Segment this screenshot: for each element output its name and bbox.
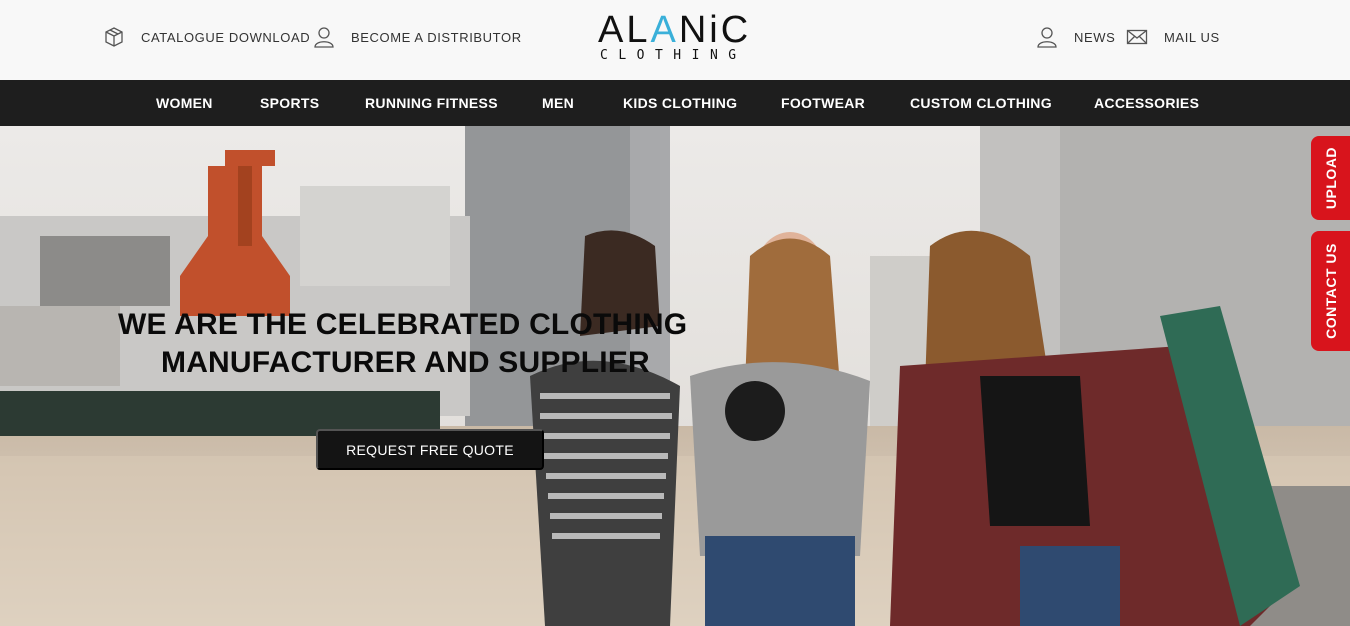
upload-side-tab[interactable]: UPLOAD [1311,136,1350,220]
hero-heading-line2: MANUFACTURER AND SUPPLIER [161,346,650,379]
box-icon [105,27,123,47]
become-distributor-link[interactable]: BECOME A DISTRIBUTOR [313,24,522,50]
alanic-logo[interactable]: ALANiC CLOTHING [598,8,758,68]
hero-banner: WE ARE THE CELEBRATED CLOTHING MANUFACTU… [0,126,1350,626]
nav-item-sports[interactable]: SPORTS [260,80,319,126]
logo-wordmark: ALANiC [598,9,752,51]
top-utility-bar: CATALOGUE DOWNLOAD BECOME A DISTRIBUTOR … [0,0,1350,80]
user-icon [314,27,334,48]
main-navigation: WOMEN SPORTS RUNNING FITNESS MEN KIDS CL… [0,80,1350,126]
catalogue-download-label: CATALOGUE DOWNLOAD [141,29,311,45]
news-link[interactable]: NEWS [1036,24,1115,50]
envelope-icon [1126,29,1148,45]
hero-heading: WE ARE THE CELEBRATED CLOTHING MANUFACTU… [118,306,778,382]
nav-item-men[interactable]: MEN [542,80,574,126]
nav-item-custom-clothing[interactable]: CUSTOM CLOTHING [910,80,1052,126]
become-distributor-label: BECOME A DISTRIBUTOR [351,29,522,45]
mail-us-link[interactable]: MAIL US [1126,24,1220,50]
logo-tagline: CLOTHING [600,48,747,63]
nav-item-kids-clothing[interactable]: KIDS CLOTHING [623,80,737,126]
nav-item-footwear[interactable]: FOOTWEAR [781,80,865,126]
nav-item-running-fitness[interactable]: RUNNING FITNESS [365,80,498,126]
request-free-quote-button[interactable]: REQUEST FREE QUOTE [316,429,544,470]
mail-us-label: MAIL US [1164,29,1220,45]
news-label: NEWS [1074,29,1116,45]
user-icon [1037,27,1057,48]
contact-us-tab-label: CONTACT US [1322,243,1339,339]
hero-heading-line1: WE ARE THE CELEBRATED CLOTHING [118,308,688,341]
nav-item-accessories[interactable]: ACCESSORIES [1094,80,1199,126]
catalogue-download-link[interactable]: CATALOGUE DOWNLOAD [103,24,310,50]
contact-us-side-tab[interactable]: CONTACT US [1311,231,1350,351]
nav-item-women[interactable]: WOMEN [156,80,213,126]
upload-tab-label: UPLOAD [1322,146,1339,210]
